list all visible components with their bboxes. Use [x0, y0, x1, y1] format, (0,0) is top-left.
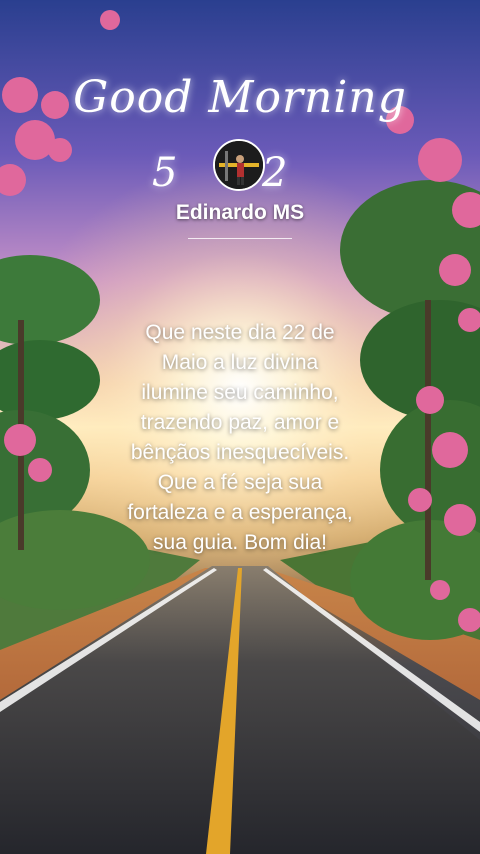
greeting-date-month: 2	[262, 150, 288, 196]
profile-photo	[215, 141, 263, 189]
avatar[interactable]	[213, 139, 265, 191]
username[interactable]: Edinardo MS	[0, 201, 480, 225]
greeting-title: Good Morning	[73, 72, 407, 123]
story-screen: Good Morning 5 2 Edinardo MS Que neste d…	[0, 0, 480, 854]
header-divider	[188, 238, 292, 239]
message-text: Que neste dia 22 de Maio a luz divina il…	[127, 321, 353, 554]
greeting-date-day: 5	[152, 150, 178, 196]
